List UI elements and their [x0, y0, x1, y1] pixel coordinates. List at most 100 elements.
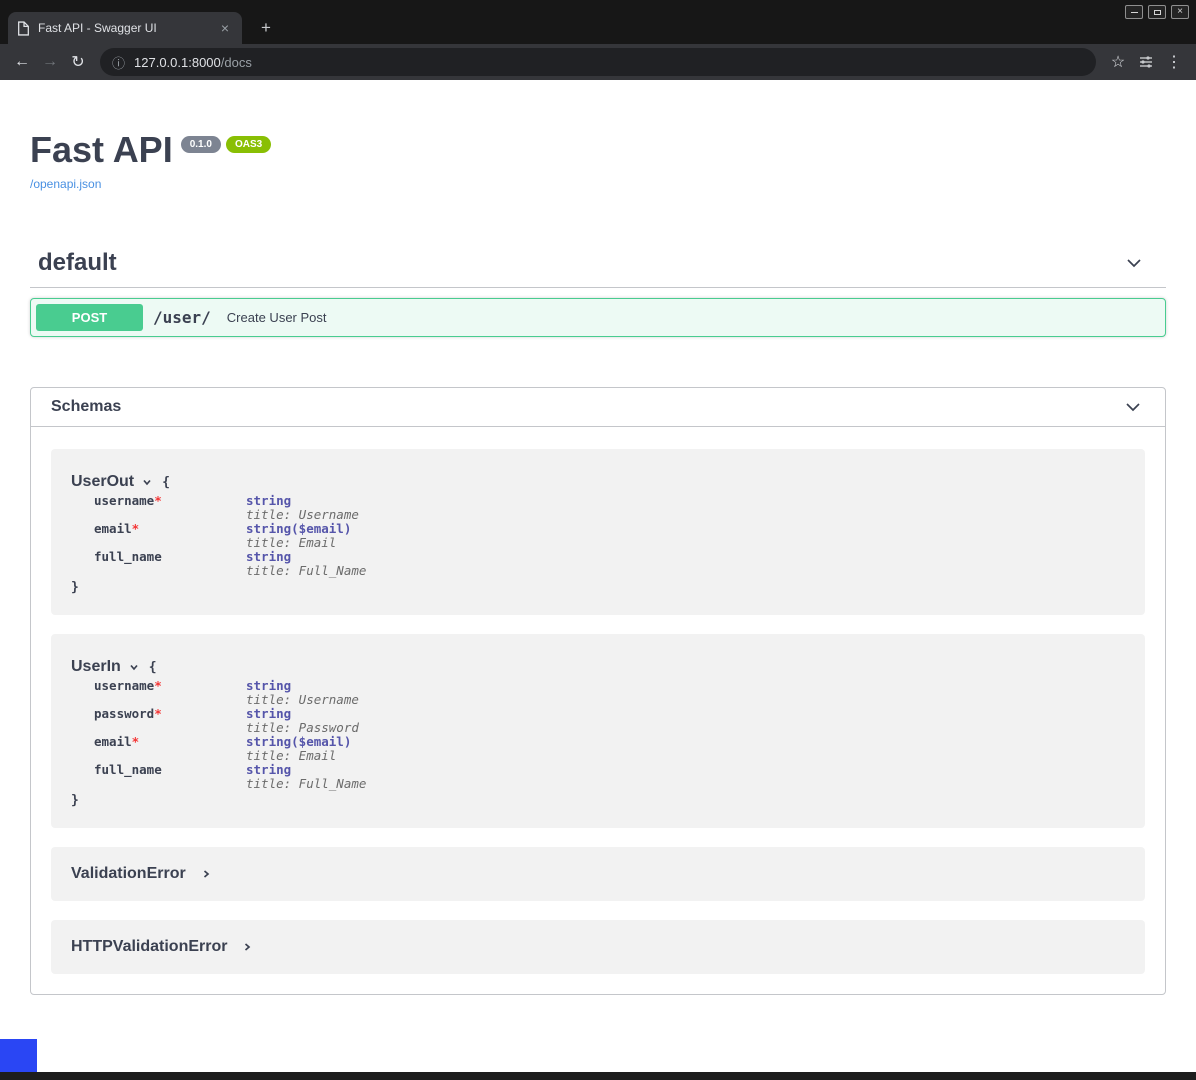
- property-name: email*: [94, 735, 246, 763]
- required-star: *: [154, 706, 162, 721]
- model-head: UserIn {: [71, 658, 1125, 676]
- schemas-body: UserOut { username* string title: Userna…: [31, 427, 1165, 994]
- schemas-header[interactable]: Schemas: [31, 388, 1165, 427]
- property-row: full_name string title: Full_Name: [94, 550, 1125, 578]
- endpoint-path: /user/: [153, 308, 211, 327]
- api-title: Fast API: [30, 132, 173, 168]
- tab-title: Fast API - Swagger UI: [38, 21, 217, 35]
- new-tab-button[interactable]: +: [252, 14, 280, 42]
- property-detail: string title: Username: [246, 494, 359, 522]
- chevron-right-icon: [200, 868, 212, 880]
- property-title: title: Full_Name: [246, 777, 366, 791]
- property-detail: string($email) title: Email: [246, 522, 351, 550]
- back-button[interactable]: ←: [8, 48, 36, 76]
- tab-close-icon[interactable]: ×: [217, 20, 233, 36]
- property-name: password*: [94, 707, 246, 735]
- property-detail: string title: Password: [246, 707, 359, 735]
- model-userin: UserIn { username* string title: Usernam…: [51, 634, 1145, 828]
- property-row: username* string title: Username: [94, 494, 1125, 522]
- model-name: UserOut: [71, 473, 134, 491]
- property-name: email*: [94, 522, 246, 550]
- property-type: string: [246, 494, 359, 508]
- forward-button[interactable]: →: [36, 48, 64, 76]
- model-properties: username* string title: Username email* …: [94, 494, 1125, 578]
- chevron-down-icon: [141, 476, 153, 488]
- opblock-post-user[interactable]: POST /user/ Create User Post: [30, 298, 1166, 337]
- chevron-down-icon: [1124, 253, 1144, 273]
- desktop-artifact: [0, 1039, 37, 1072]
- property-name: username*: [94, 494, 246, 522]
- property-name: full_name: [94, 763, 246, 791]
- maximize-button[interactable]: [1148, 5, 1166, 19]
- model-name: ValidationError: [71, 865, 186, 883]
- model-userout-toggle[interactable]: UserOut: [71, 473, 153, 491]
- browser-toolbar: ← → ↻ ⓘ 127.0.0.1:8000/docs ☆ ⋮: [0, 44, 1196, 80]
- property-row: username* string title: Username: [94, 679, 1125, 707]
- oas3-badge: OAS3: [226, 136, 271, 153]
- chevron-down-icon: [1123, 397, 1143, 417]
- property-title: title: Email: [246, 749, 351, 763]
- model-validationerror-toggle[interactable]: ValidationError: [71, 865, 212, 883]
- openapi-spec-link[interactable]: /openapi.json: [30, 177, 101, 191]
- property-type: string: [246, 763, 366, 777]
- api-badges: 0.1.0 OAS3: [181, 136, 271, 153]
- browser-menu-button[interactable]: ⋮: [1160, 48, 1188, 76]
- star-icon: ☆: [1111, 52, 1125, 72]
- api-info: Fast API 0.1.0 OAS3: [30, 132, 1166, 168]
- site-info-icon[interactable]: ⓘ: [112, 53, 125, 72]
- property-type: string: [246, 707, 359, 721]
- chevron-right-icon: [241, 941, 253, 953]
- model-properties: username* string title: Username passwor…: [94, 679, 1125, 791]
- tune-button[interactable]: [1132, 48, 1160, 76]
- property-row: email* string($email) title: Email: [94, 522, 1125, 550]
- required-star: *: [132, 734, 140, 749]
- required-star: *: [154, 493, 162, 508]
- model-userin-toggle[interactable]: UserIn: [71, 658, 140, 676]
- close-brace: }: [71, 793, 1125, 808]
- property-title: title: Username: [246, 693, 359, 707]
- model-validationerror: ValidationError: [51, 847, 1145, 901]
- model-name: HTTPValidationError: [71, 938, 227, 956]
- browser-tab[interactable]: Fast API - Swagger UI ×: [8, 12, 242, 44]
- property-title: title: Username: [246, 508, 359, 522]
- tune-icon: [1138, 54, 1154, 70]
- required-star: *: [154, 678, 162, 693]
- address-bar[interactable]: ⓘ 127.0.0.1:8000/docs: [100, 48, 1096, 76]
- minimize-button[interactable]: [1125, 5, 1143, 19]
- swagger-page: Fast API 0.1.0 OAS3 /openapi.json defaul…: [0, 132, 1196, 995]
- bottom-edge: [0, 1072, 1196, 1080]
- reload-button[interactable]: ↻: [64, 48, 92, 76]
- bookmark-button[interactable]: ☆: [1104, 48, 1132, 76]
- maximize-icon: [1154, 10, 1161, 15]
- required-star: *: [132, 521, 140, 536]
- http-method-badge: POST: [36, 304, 143, 331]
- model-httpvalidationerror-toggle[interactable]: HTTPValidationError: [71, 938, 253, 956]
- property-title: title: Email: [246, 536, 351, 550]
- property-row: password* string title: Password: [94, 707, 1125, 735]
- property-type: string: [246, 679, 359, 693]
- close-brace: }: [71, 580, 1125, 595]
- tag-section-default[interactable]: default: [30, 249, 1166, 288]
- property-name: username*: [94, 679, 246, 707]
- property-name: full_name: [94, 550, 246, 578]
- page-favicon-icon: [17, 21, 30, 36]
- browser-titlebar: × Fast API - Swagger UI × +: [0, 0, 1196, 44]
- property-row: full_name string title: Full_Name: [94, 763, 1125, 791]
- close-button[interactable]: ×: [1171, 5, 1189, 19]
- open-brace: {: [162, 475, 170, 490]
- model-httpvalidationerror: HTTPValidationError: [51, 920, 1145, 974]
- back-icon: ←: [14, 53, 30, 71]
- property-title: title: Password: [246, 721, 359, 735]
- chevron-down-icon: [128, 661, 140, 673]
- property-title: title: Full_Name: [246, 564, 366, 578]
- model-name: UserIn: [71, 658, 121, 676]
- model-head: UserOut {: [71, 473, 1125, 491]
- window-controls: ×: [1125, 5, 1189, 19]
- property-detail: string title: Full_Name: [246, 763, 366, 791]
- version-badge: 0.1.0: [181, 136, 221, 153]
- url-host: 127.0.0.1:8000: [134, 55, 221, 70]
- tag-label: default: [38, 249, 117, 277]
- minimize-icon: [1131, 12, 1138, 13]
- property-type: string($email): [246, 522, 351, 536]
- property-detail: string title: Username: [246, 679, 359, 707]
